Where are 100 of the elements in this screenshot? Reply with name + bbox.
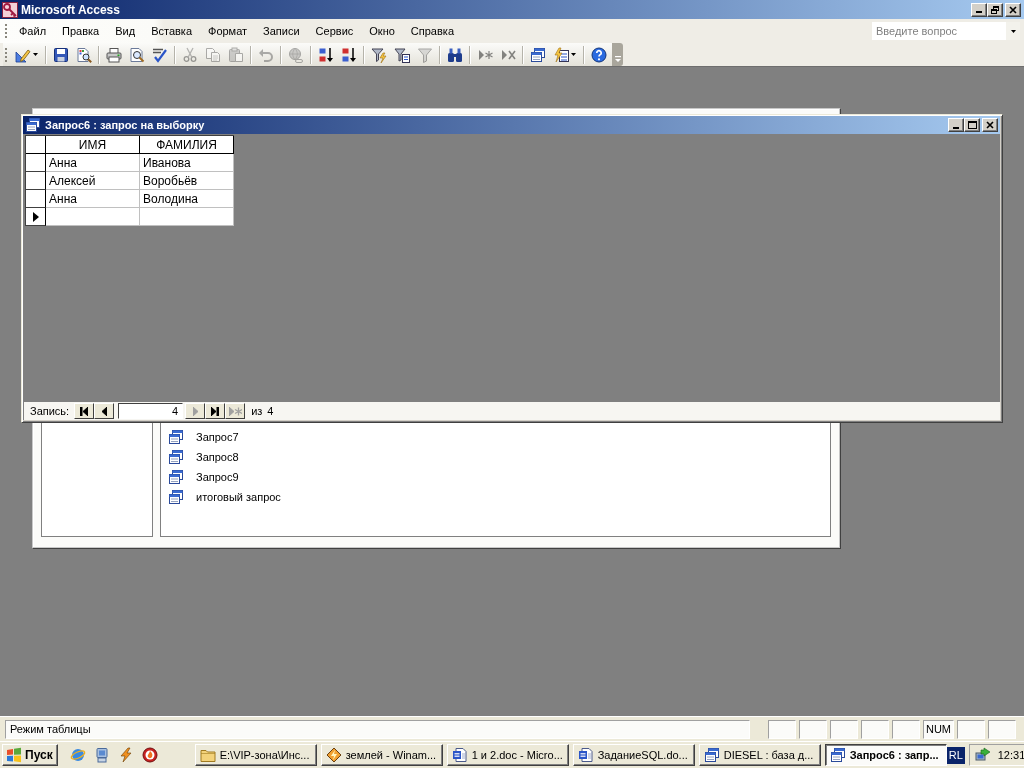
menu-item[interactable]: Правка (54, 23, 108, 39)
taskbar-button[interactable]: 1 и 2.doc - Micro... (446, 744, 569, 766)
network-icon[interactable] (974, 747, 991, 763)
triangle-asterisk-icon (228, 406, 242, 416)
document-icon (451, 747, 468, 763)
window-title: Microsoft Access (21, 2, 121, 17)
funnel-form-icon (393, 46, 410, 63)
stacked-tables-icon (703, 747, 720, 763)
funnel-lightning-icon (370, 46, 387, 63)
restore-button[interactable] (987, 2, 1003, 17)
page-magnifier-icon (128, 46, 145, 63)
table-cell: Володина (140, 190, 234, 208)
squares-down-arrow-icon (340, 46, 357, 63)
minimize-button[interactable] (948, 118, 964, 132)
squares-down-arrow-icon (317, 46, 334, 63)
scissors-icon (181, 46, 198, 63)
new-record-cell[interactable] (46, 208, 140, 226)
taskbar-button[interactable]: Запрос6 : запр... (824, 744, 947, 766)
stacked-tables-icon (168, 489, 184, 505)
taskbar-button[interactable]: ЗаданиеSQL.do... (572, 744, 695, 766)
stacked-tables-icon (168, 429, 184, 445)
dropdown-arrow-icon (571, 53, 576, 56)
status-text: Режим таблицы (5, 719, 750, 739)
query-list-item[interactable]: Запрос7 (168, 427, 243, 447)
stacked-tables-icon (168, 449, 184, 465)
close-button[interactable] (982, 118, 998, 132)
stacked-tables-icon (168, 469, 184, 485)
column-header[interactable]: ФАМИЛИЯ (140, 136, 234, 154)
query-list-item[interactable]: Запрос8 (168, 447, 243, 467)
stacked-tables-icon (529, 46, 546, 63)
computer-icon[interactable] (93, 747, 110, 763)
row-selector[interactable] (26, 172, 46, 190)
lightning-form-icon (553, 46, 569, 63)
folder-icon (199, 747, 216, 763)
menu-item[interactable]: Сервис (307, 23, 362, 39)
right-triangle-icon (192, 406, 198, 416)
printer-icon (105, 46, 122, 63)
column-header[interactable]: ИМЯ (46, 136, 140, 154)
table-cell: Воробьёв (140, 172, 234, 190)
dropdown-button[interactable] (1006, 22, 1020, 40)
taskbar-button[interactable]: DIESEL : база д... (698, 744, 821, 766)
query-list-item[interactable]: итоговый запрос (168, 487, 285, 507)
two-pages-icon (204, 46, 221, 63)
binoculars-icon (446, 46, 463, 63)
close-icon (986, 121, 994, 129)
new-record-cell[interactable] (140, 208, 234, 226)
restore-icon (991, 5, 999, 14)
table-cell: Анна (46, 154, 140, 172)
skip-to-start-icon (80, 406, 89, 416)
minimize-button[interactable] (971, 2, 987, 17)
lines-check-icon (151, 46, 168, 63)
record-nav-button[interactable] (205, 403, 226, 419)
close-button[interactable] (1005, 2, 1021, 17)
query-list-item[interactable]: Запрос9 (168, 467, 243, 487)
stacked-tables-icon (25, 117, 41, 133)
menu-item[interactable]: Вставка (143, 23, 200, 39)
clipboard-icon (227, 46, 244, 63)
record-count: 4 (267, 405, 274, 417)
document-icon (577, 747, 594, 763)
left-triangle-icon (101, 406, 107, 416)
num-lock-indicator: NUM (923, 719, 954, 739)
flag-icon (6, 747, 22, 763)
row-selector[interactable] (26, 208, 46, 226)
help-search-field[interactable]: Введите вопрос (872, 22, 1006, 40)
row-selector[interactable] (26, 190, 46, 208)
record-nav-button[interactable] (94, 403, 115, 419)
taskbar-button[interactable]: землей - Winam... (320, 744, 443, 766)
help-icon (590, 46, 607, 63)
record-pointer-icon (32, 211, 39, 222)
dropdown-arrow-icon (33, 53, 38, 56)
select-all-corner[interactable] (26, 136, 46, 154)
clock: 12:31 (997, 749, 1024, 761)
maximize-button[interactable] (964, 118, 980, 132)
record-number-field[interactable]: 4 (118, 403, 184, 419)
options-arrow-icon (614, 56, 621, 62)
menu-item[interactable]: Справка (402, 23, 462, 39)
start-button[interactable]: Пуск (2, 744, 58, 766)
record-nav-button[interactable] (74, 403, 95, 419)
lightning-icon[interactable] (117, 747, 134, 763)
record-of-label: из (251, 405, 263, 417)
skip-to-end-icon (211, 406, 220, 416)
row-selector[interactable] (26, 154, 46, 172)
funnel-icon (416, 46, 433, 63)
key-icon (2, 1, 18, 18)
menu-item[interactable]: Файл (11, 23, 55, 39)
close-icon (1009, 5, 1017, 14)
dropdown-arrow-icon (1010, 29, 1016, 33)
table-cell: Анна (46, 190, 140, 208)
flame-disc-icon[interactable] (141, 747, 158, 763)
globe-ring-icon[interactable] (69, 747, 86, 763)
menu-item[interactable]: Окно (361, 23, 403, 39)
stacked-tables-icon (829, 747, 846, 763)
maximize-icon (967, 121, 977, 129)
table-cell: Иванова (140, 154, 234, 172)
menu-item[interactable]: Записи (255, 23, 308, 39)
menu-item[interactable]: Формат (200, 23, 256, 39)
menu-item[interactable]: Вид (107, 23, 144, 39)
record-label: Запись: (30, 405, 70, 417)
taskbar-button[interactable]: E:\VIP-зона\Инс... (194, 744, 317, 766)
diamond-lightning-icon (325, 747, 342, 763)
